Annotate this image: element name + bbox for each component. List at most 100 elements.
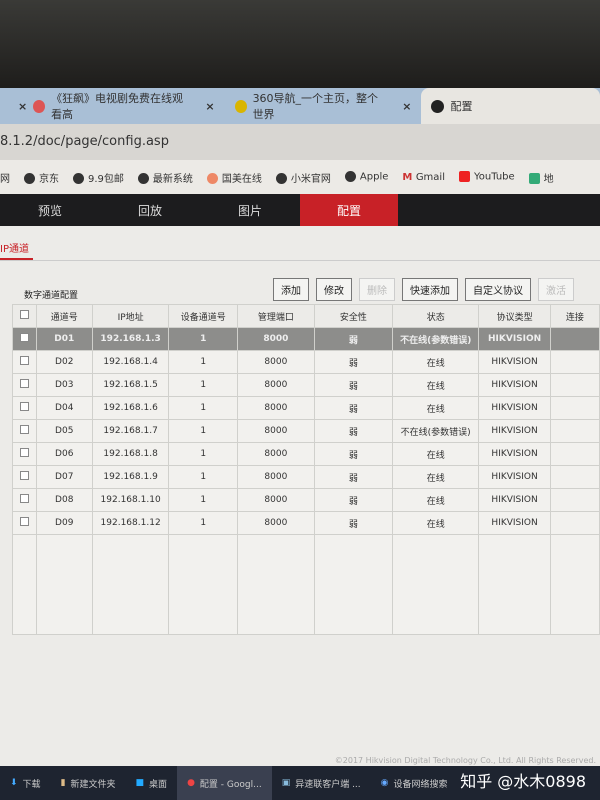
table-cell: D06 xyxy=(35,442,93,466)
table-cell: 弱 xyxy=(313,396,394,420)
table-row[interactable]: D07 192.168.1.9 1 8000 弱在线 HIKVISION xyxy=(12,465,600,489)
table-cell: HIKVISION xyxy=(478,419,551,443)
table-cell: 不在线(参数错误) xyxy=(392,419,480,443)
close-icon[interactable]: × xyxy=(402,100,411,113)
bookmark[interactable]: 地 xyxy=(528,170,554,185)
table-row[interactable]: D02 192.168.1.4 1 8000 弱在线 HIKVISION xyxy=(12,350,600,374)
row-checkbox-cell[interactable] xyxy=(12,442,37,466)
bookmark-label: 地 xyxy=(543,173,554,185)
table-cell: 192.168.1.8 xyxy=(91,442,170,466)
add-button[interactable]: 添加 xyxy=(273,278,309,301)
activate-button[interactable]: 激活 xyxy=(538,278,574,301)
bookmark[interactable]: 国美在线 xyxy=(206,170,262,185)
bookmarks-bar: 网 京东 9.9包邮 最新系统 国美在线 小米官网 Apple M Gmail … xyxy=(0,160,600,194)
table-cell: 在线 xyxy=(392,442,480,466)
empty-cell xyxy=(91,534,170,635)
bookmark[interactable]: 京东 xyxy=(24,170,59,185)
table-cell: 8000 xyxy=(236,488,315,512)
bookmark[interactable]: 9.9包邮 xyxy=(73,170,124,185)
row-checkbox-cell[interactable] xyxy=(12,350,37,374)
row-checkbox[interactable] xyxy=(19,402,29,411)
taskbar-item[interactable]: ◉ 设备网络搜索 xyxy=(371,766,458,800)
bookmark[interactable]: Apple xyxy=(344,171,389,183)
nav-config[interactable]: 配置 xyxy=(300,194,398,226)
address-bar[interactable]: 8.1.2/doc/page/config.asp xyxy=(0,124,600,160)
custom-protocol-button[interactable]: 自定义协议 xyxy=(465,278,531,301)
table-cell: 弱 xyxy=(313,465,394,489)
nav-playback[interactable]: 回放 xyxy=(100,194,200,226)
taskbar-item[interactable]: ■ 桌面 xyxy=(126,766,178,800)
table-cell: 192.168.1.10 xyxy=(91,488,170,512)
row-checkbox[interactable] xyxy=(19,425,29,434)
table-cell: HIKVISION xyxy=(478,327,551,351)
divider xyxy=(0,260,600,261)
table-cell: HIKVISION xyxy=(478,488,551,512)
close-icon[interactable]: × xyxy=(205,100,214,113)
bookmark[interactable]: 网 xyxy=(0,170,10,185)
table-cell: 在线 xyxy=(392,488,480,512)
bookmark[interactable]: 最新系统 xyxy=(137,170,193,185)
table-row[interactable]: D08 192.168.1.10 1 8000 弱在线 HIKVISION xyxy=(12,488,600,512)
bookmark[interactable]: M Gmail xyxy=(402,172,445,183)
table-cell xyxy=(549,442,600,466)
table-cell: 在线 xyxy=(392,396,480,420)
row-checkbox[interactable] xyxy=(19,494,29,503)
row-checkbox[interactable] xyxy=(19,379,29,388)
row-checkbox[interactable] xyxy=(19,333,29,342)
table-row[interactable]: D05 192.168.1.7 1 8000 弱不在线(参数错误) HIKVISION xyxy=(12,419,600,443)
row-checkbox[interactable] xyxy=(19,448,29,457)
row-checkbox-cell[interactable] xyxy=(12,488,37,512)
globe-icon xyxy=(275,173,287,184)
bookmark[interactable]: YouTube xyxy=(459,171,515,183)
row-checkbox[interactable] xyxy=(19,356,29,365)
row-checkbox-cell[interactable] xyxy=(12,511,37,535)
taskbar-item[interactable]: ▣ 异速联客户端 ... xyxy=(272,766,371,800)
channel-table: 通道号 IP地址 设备通道号 管理端口 安全性 状态 协议类型 连接 D01 19… xyxy=(12,304,600,635)
row-checkbox[interactable] xyxy=(19,471,29,480)
table-cell: 弱 xyxy=(313,442,394,466)
quick-add-button[interactable]: 快速添加 xyxy=(402,278,458,301)
browser-tab-active[interactable]: 配置 xyxy=(421,88,600,124)
site-icon xyxy=(234,99,247,113)
row-checkbox-cell[interactable] xyxy=(12,373,37,397)
taskbar-item[interactable]: ● 配置 - Googl... xyxy=(177,766,272,800)
delete-button[interactable]: 删除 xyxy=(359,278,395,301)
empty-cell xyxy=(12,534,37,635)
table-cell: D08 xyxy=(35,488,93,512)
row-checkbox-cell[interactable] xyxy=(12,419,37,443)
row-checkbox[interactable] xyxy=(19,517,29,526)
bookmark-label: Apple xyxy=(359,171,389,183)
select-all-checkbox[interactable] xyxy=(19,310,29,319)
table-cell xyxy=(549,488,600,512)
row-checkbox-cell[interactable] xyxy=(12,396,37,420)
table-cell: D07 xyxy=(35,465,93,489)
taskbar-item[interactable]: ▮ 新建文件夹 xyxy=(51,766,126,800)
tab-ip-channel[interactable]: IP通道 xyxy=(0,240,33,260)
browser-tab[interactable]: × 《狂飙》电视剧免费在线观看高 × xyxy=(0,88,225,124)
table-cell: HIKVISION xyxy=(478,511,551,535)
table-cell: 在线 xyxy=(392,373,480,397)
close-icon[interactable]: × xyxy=(18,100,27,113)
gmail-icon: M xyxy=(402,171,416,183)
table-cell: D04 xyxy=(35,396,93,420)
nav-picture[interactable]: 图片 xyxy=(200,194,300,226)
column-header: 连接 xyxy=(549,304,600,328)
taskbar-item[interactable]: ⬇ 下载 xyxy=(0,766,51,800)
browser-tab[interactable]: 360导航_一个主页，整个世界 × xyxy=(225,88,422,124)
table-cell: 192.168.1.4 xyxy=(91,350,170,374)
table-cell: 在线 xyxy=(392,465,480,489)
bookmark-label: 9.9包邮 xyxy=(88,173,124,185)
table-row[interactable]: D03 192.168.1.5 1 8000 弱在线 HIKVISION xyxy=(12,373,600,397)
row-checkbox-cell[interactable] xyxy=(12,327,37,351)
nav-preview[interactable]: 预览 xyxy=(0,194,100,226)
row-checkbox-cell[interactable] xyxy=(12,465,37,489)
table-row[interactable]: D04 192.168.1.6 1 8000 弱在线 HIKVISION xyxy=(12,396,600,420)
table-row[interactable]: D01 192.168.1.3 1 8000 弱不在线(参数错误) HIKVISION xyxy=(12,327,600,351)
table-cell: 1 xyxy=(168,419,238,443)
column-header: 通道号 xyxy=(35,304,93,328)
select-all-cell[interactable] xyxy=(12,304,37,328)
table-row[interactable]: D06 192.168.1.8 1 8000 弱在线 HIKVISION xyxy=(12,442,600,466)
modify-button[interactable]: 修改 xyxy=(316,278,352,301)
table-row[interactable]: D09 192.168.1.12 1 8000 弱在线 HIKVISION xyxy=(12,511,600,535)
bookmark[interactable]: 小米官网 xyxy=(275,170,331,185)
